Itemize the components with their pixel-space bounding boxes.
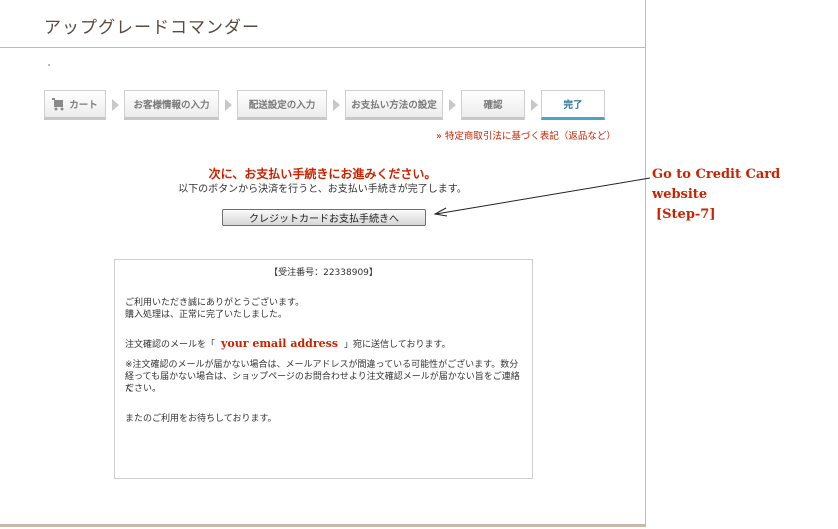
thanks-line-1: ご利用いただき誠にありがとうございます。 xyxy=(125,298,305,308)
cart-icon xyxy=(52,98,64,111)
step-shipping: 配送設定の入力 xyxy=(237,90,327,120)
order-receipt-box: 【受注番号：22338909】 ご利用いただき誠にありがとうございます。 購入処… xyxy=(114,259,533,479)
annotation-line-2: [Step-7] xyxy=(656,207,716,222)
email-text-after: 」宛に送信しております。 xyxy=(344,340,451,350)
step-label: 完了 xyxy=(563,100,583,111)
step-confirm: 確認 xyxy=(461,90,525,120)
note-line-1: ※注文確認のメールが届かない場合は、メールアドレスが間違っている可能性がございま… xyxy=(125,360,519,370)
step-label: 配送設定の入力 xyxy=(248,100,316,111)
step-label: お支払い方法の設定 xyxy=(351,100,437,111)
email-sent-line: 注文確認のメールを「 your email address 」宛に送信しております。 xyxy=(125,338,524,352)
step-label: カート xyxy=(69,100,98,111)
note-line-3: ださい。 xyxy=(125,384,162,394)
email-address: your email address xyxy=(221,337,339,350)
step-payment-method: お支払い方法の設定 xyxy=(345,90,443,120)
checkout-steps: カート お客様情報の入力 配送設定の入力 お支払い方法の設定 確認 完了 xyxy=(44,90,606,122)
step-customer-info: お客様情報の入力 xyxy=(124,90,219,120)
app-title: アップグレードコマンダー xyxy=(44,18,260,38)
separator-dot xyxy=(48,64,50,66)
step-arrow-icon xyxy=(225,99,232,111)
step-label: 確認 xyxy=(483,100,503,111)
step-arrow-icon xyxy=(449,99,456,111)
step-label: お客様情報の入力 xyxy=(133,100,210,111)
step-cart: カート xyxy=(44,90,106,120)
annotation-arrow-icon xyxy=(433,177,651,217)
order-number: 【受注番号：22338909】 xyxy=(269,268,378,278)
annotation-label: Go to Credit Card website [Step-7] xyxy=(652,165,838,225)
legal-notice-link[interactable]: » 特定商取引法に基づく表記（返品など） xyxy=(436,128,616,142)
closing-line: またのご利用をお待ちしております。 xyxy=(125,414,277,424)
credit-card-payment-button[interactable]: クレジットカードお支払手続きへ xyxy=(222,209,426,226)
step-complete: 完了 xyxy=(541,90,605,120)
email-text-before: 注文確認のメールを「 xyxy=(125,340,216,350)
thanks-line-2: 購入処理は、正常に完了いたしました。 xyxy=(125,310,288,320)
page-frame: アップグレードコマンダー カート お客様情報の入力 配送設定の入力 お支払い方法… xyxy=(0,0,646,527)
header: アップグレードコマンダー xyxy=(0,0,645,48)
step-arrow-icon xyxy=(333,99,340,111)
step-arrow-icon xyxy=(531,99,538,111)
step-arrow-icon xyxy=(112,99,119,111)
annotation-line-1: Go to Credit Card website xyxy=(652,167,781,202)
